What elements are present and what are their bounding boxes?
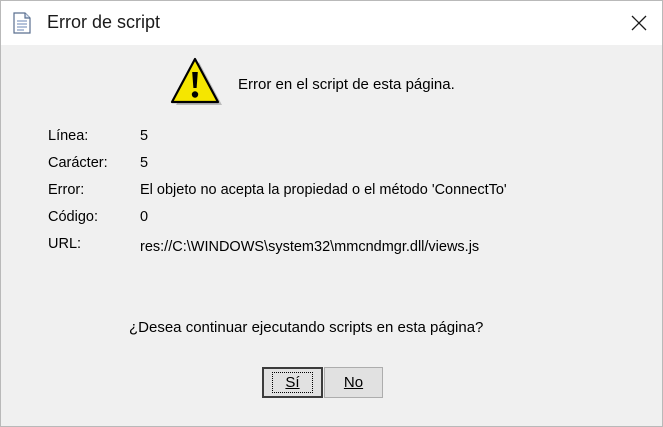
line-value: 5 (140, 128, 149, 144)
code-value: 0 (140, 209, 149, 225)
yes-button-label: Sí (272, 372, 313, 393)
character-label: Carácter: (48, 155, 108, 171)
character-value: 5 (140, 155, 149, 171)
url-label: URL: (48, 236, 82, 252)
url-value: res://C:\WINDOWS\system32\mmcndmgr.dll/v… (140, 239, 480, 255)
no-button-label: No (343, 374, 364, 391)
script-error-dialog: Error de script Error en el script de es… (0, 0, 663, 427)
window-title: Error de script (47, 12, 161, 32)
warning-icon (170, 57, 222, 105)
code-label: Código: (48, 209, 98, 225)
yes-button[interactable]: Sí (262, 367, 323, 398)
close-icon (631, 15, 647, 31)
title-bar[interactable]: Error de script (1, 1, 662, 45)
close-button[interactable] (616, 1, 662, 45)
error-value: El objeto no acepta la propiedad o el mé… (140, 182, 507, 198)
no-button[interactable]: No (324, 367, 383, 398)
document-icon (13, 12, 31, 34)
error-label: Error: (48, 182, 85, 198)
line-label: Línea: (48, 128, 89, 144)
error-headline: Error en el script de esta página. (238, 76, 455, 93)
continue-question: ¿Desea continuar ejecutando scripts en e… (129, 319, 484, 336)
